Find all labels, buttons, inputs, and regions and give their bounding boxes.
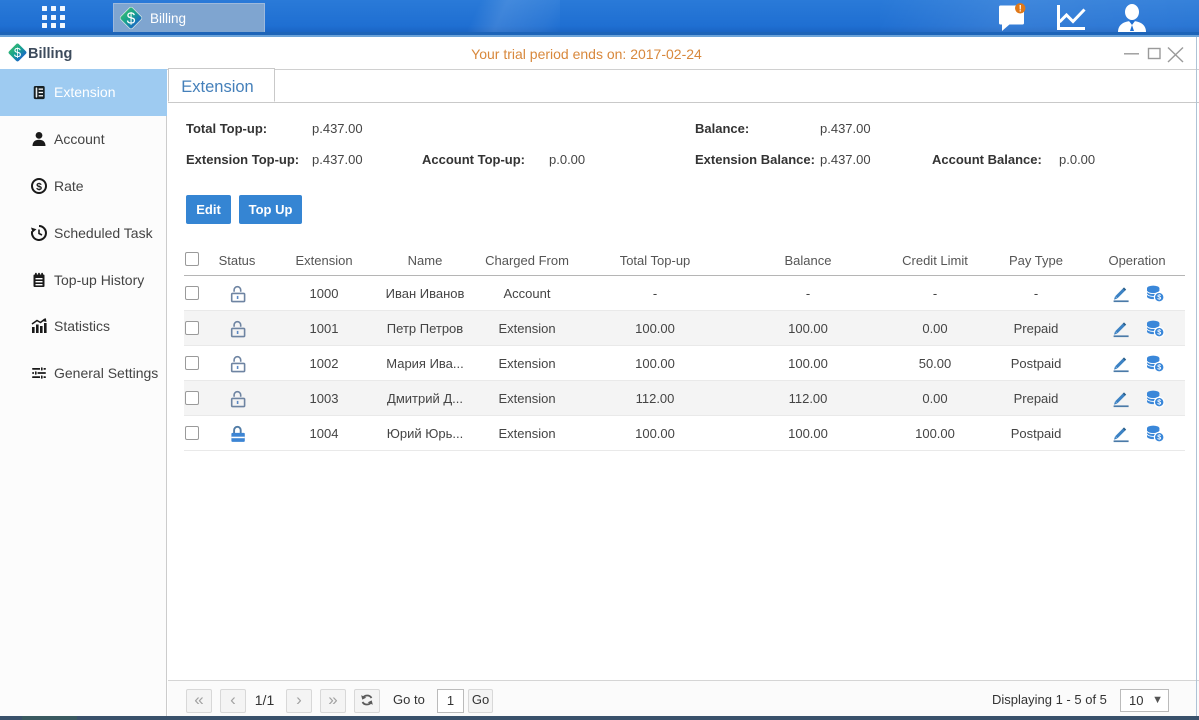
svg-text:!: ! xyxy=(1019,4,1022,14)
svg-text:$: $ xyxy=(127,11,136,28)
svg-text:$: $ xyxy=(36,181,42,193)
